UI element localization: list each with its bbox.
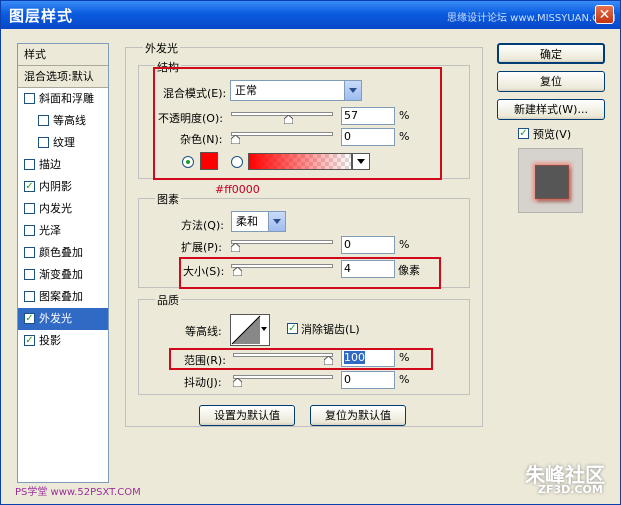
style-item-checkbox[interactable] — [38, 137, 49, 148]
quality-title: 品质 — [155, 292, 181, 308]
blend-options-item[interactable]: 混合选项:默认 — [18, 66, 108, 88]
style-item-checkbox[interactable] — [24, 93, 35, 104]
ok-button[interactable]: 确定 — [497, 43, 605, 64]
spread-input[interactable]: 0 — [341, 236, 395, 254]
style-item-label: 图案叠加 — [39, 290, 83, 303]
style-item[interactable]: 描边 — [18, 154, 108, 176]
style-preview — [518, 148, 583, 213]
style-item-label: 内发光 — [39, 202, 72, 215]
preview-swatch — [535, 165, 569, 199]
jitter-label: 抖动(J): — [184, 376, 222, 389]
dialog-title: 图层样式 — [9, 7, 74, 25]
title-bar[interactable]: 图层样式 思缘设计论坛 www.MISSYUAN.COM ✕ — [1, 1, 620, 29]
new-style-button[interactable]: 新建样式(W)... — [497, 99, 605, 120]
style-item-checkbox[interactable]: ✓ — [24, 335, 35, 346]
style-item[interactable]: ✓ 内阴影 — [18, 176, 108, 198]
close-icon: ✕ — [598, 7, 611, 23]
spread-unit: % — [399, 238, 410, 251]
style-item[interactable]: 渐变叠加 — [18, 264, 108, 286]
elements-title: 图素 — [155, 191, 181, 207]
style-item[interactable]: 图案叠加 — [18, 286, 108, 308]
style-item-checkbox[interactable] — [24, 203, 35, 214]
styles-header[interactable]: 样式 — [18, 44, 108, 66]
style-item[interactable]: 光泽 — [18, 220, 108, 242]
preview-label: 预览(V) — [533, 128, 572, 141]
chevron-down-icon — [268, 212, 285, 231]
technique-label: 方法(Q): — [181, 219, 224, 232]
style-item-checkbox[interactable]: ✓ — [24, 313, 35, 324]
spread-slider-thumb[interactable] — [231, 243, 240, 252]
style-item-label: 颜色叠加 — [39, 246, 83, 259]
style-item-label: 等高线 — [53, 114, 86, 127]
close-button[interactable]: ✕ — [595, 5, 614, 24]
styles-list: 样式 混合选项:默认 斜面和浮雕等高线纹理描边 ✓ 内阴影内发光光泽颜色叠加渐变叠加… — [17, 43, 109, 483]
highlight-range — [169, 348, 433, 370]
style-item-checkbox[interactable] — [24, 247, 35, 258]
watermark-bottom-left: PS学堂 www.52PSXT.COM — [15, 487, 141, 498]
style-item-checkbox[interactable] — [24, 269, 35, 280]
antialias-checkbox[interactable]: ✓ — [287, 323, 298, 334]
style-item-checkbox[interactable] — [24, 291, 35, 302]
style-item-checkbox[interactable] — [24, 159, 35, 170]
style-item[interactable]: 内发光 — [18, 198, 108, 220]
technique-value: 柔和 — [236, 215, 258, 228]
highlight-size — [179, 257, 441, 289]
outer-glow-title: 外发光 — [143, 40, 180, 56]
style-item-label: 斜面和浮雕 — [39, 92, 94, 105]
contour-picker[interactable] — [230, 314, 270, 346]
jitter-slider-thumb[interactable] — [233, 378, 242, 387]
style-item-label: 描边 — [39, 158, 61, 171]
contour-label: 等高线: — [185, 325, 222, 338]
layer-style-dialog: 图层样式 思缘设计论坛 www.MISSYUAN.COM ✕ 样式 混合选项:默… — [0, 0, 621, 505]
style-item-checkbox[interactable]: ✓ — [24, 181, 35, 192]
style-item-label: 纹理 — [53, 136, 75, 149]
spread-label: 扩展(P): — [181, 241, 222, 254]
technique-select[interactable]: 柔和 — [231, 211, 286, 232]
style-item-label: 光泽 — [39, 224, 61, 237]
make-default-button[interactable]: 设置为默认值 — [199, 405, 295, 426]
reset-default-button[interactable]: 复位为默认值 — [310, 405, 406, 426]
style-item[interactable]: ✓ 外发光 — [18, 308, 108, 330]
style-item[interactable]: 等高线 — [18, 110, 108, 132]
style-item-label: 投影 — [39, 334, 61, 347]
highlight-structure — [153, 67, 442, 180]
watermark-top: 思缘设计论坛 www.MISSYUAN.COM — [447, 13, 616, 24]
reset-button[interactable]: 复位 — [497, 71, 605, 92]
preview-checkbox[interactable]: ✓ — [518, 128, 529, 139]
style-item-checkbox[interactable] — [38, 115, 49, 126]
style-item-label: 渐变叠加 — [39, 268, 83, 281]
style-item[interactable]: 斜面和浮雕 — [18, 88, 108, 110]
style-item[interactable]: 纹理 — [18, 132, 108, 154]
watermark-bottom-right-sub: ZF3D.COM — [538, 483, 603, 496]
jitter-slider-track[interactable] — [233, 375, 333, 379]
style-item[interactable]: 颜色叠加 — [18, 242, 108, 264]
contour-linear-icon — [231, 315, 261, 345]
jitter-input[interactable]: 0 — [341, 371, 395, 389]
jitter-unit: % — [399, 373, 410, 386]
style-item-label: 内阴影 — [39, 180, 72, 193]
style-item-label: 外发光 — [39, 312, 72, 325]
style-item-checkbox[interactable] — [24, 225, 35, 236]
style-item[interactable]: ✓ 投影 — [18, 330, 108, 352]
caret-down-icon — [261, 327, 267, 331]
antialias-label: 消除锯齿(L) — [301, 323, 360, 336]
spread-slider-track[interactable] — [231, 240, 333, 244]
color-hex-note: #ff0000 — [215, 183, 260, 196]
